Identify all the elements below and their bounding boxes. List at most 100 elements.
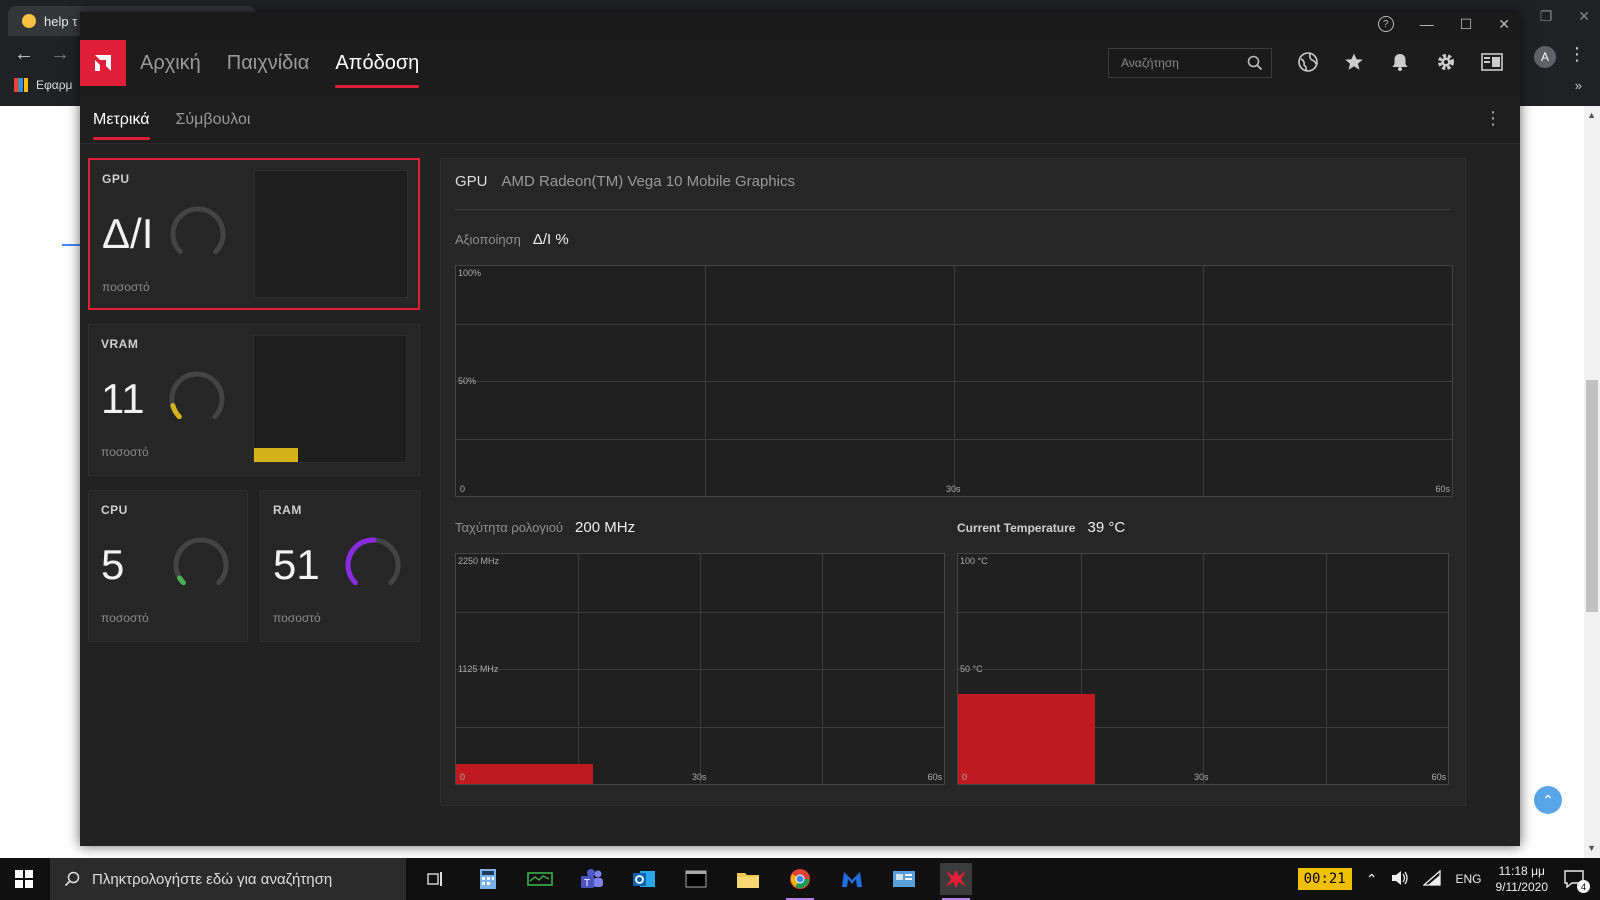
utilization-label: Αξιοποίηση <box>455 232 521 247</box>
bookmarks-overflow-icon[interactable]: » <box>1575 78 1582 93</box>
task-view-icon[interactable] <box>420 863 452 895</box>
battery-timer[interactable]: 00:21 <box>1297 868 1352 890</box>
ram-card-unit: ποσοστό <box>273 611 321 625</box>
main-nav: Αρχική Παιχνίδια Απόδοση <box>140 40 419 88</box>
tab-advisors[interactable]: Σύμβουλοι <box>176 96 251 144</box>
temp-x-start: 0 <box>962 772 968 782</box>
temp-y-top: 100 °C <box>960 556 988 566</box>
vram-card-label: VRAM <box>101 337 139 351</box>
gpu-gauge <box>170 206 226 255</box>
search-icon <box>64 871 80 887</box>
amd-logo[interactable] <box>80 40 126 86</box>
sub-navigation: Μετρικά Σύμβουλοι ⋮ <box>80 96 1520 144</box>
search-input[interactable] <box>1121 56 1247 70</box>
gear-icon[interactable] <box>1434 50 1458 74</box>
calculator-icon[interactable] <box>472 863 504 895</box>
utilization-metric: Αξιοποίηση Δ/Ι % <box>455 231 569 248</box>
clock-x-mid: 30s <box>692 772 707 782</box>
cpu-card-value: 5 <box>101 541 125 588</box>
page-scroll-thumb[interactable] <box>1586 380 1598 612</box>
bell-icon[interactable] <box>1388 50 1412 74</box>
tab-metrics[interactable]: Μετρικά <box>93 96 150 144</box>
close-icon[interactable]: ✕ <box>1578 8 1590 25</box>
malwarebytes-icon[interactable] <box>836 863 868 895</box>
temperature-metric: Current Temperature 39 °C <box>957 519 1125 536</box>
cpu-gauge-fill <box>177 575 186 586</box>
language-indicator[interactable]: ENG <box>1455 872 1481 886</box>
ram-card[interactable]: RAM 51 ποσοστό <box>260 490 420 642</box>
vram-card-value: 11 <box>101 375 145 422</box>
cpu-card-label: CPU <box>101 503 128 517</box>
sidebar-icon[interactable] <box>1480 50 1504 74</box>
util-y-mid: 50% <box>458 376 477 386</box>
scroll-down-icon[interactable]: ▼ <box>1587 843 1596 853</box>
action-center-icon[interactable]: 4 <box>1562 867 1590 893</box>
svg-text:T: T <box>584 878 590 889</box>
help-icon[interactable]: ? <box>1377 16 1394 32</box>
terminal-icon[interactable] <box>680 863 712 895</box>
control-panel-icon[interactable] <box>888 863 920 895</box>
start-button[interactable] <box>0 858 48 900</box>
volume-icon[interactable] <box>1391 870 1409 889</box>
cpu-gauge-track <box>173 537 229 586</box>
gpu-card-unit: ποσοστό <box>102 280 150 294</box>
vram-mini-chart <box>253 335 407 463</box>
amd-logo-icon <box>95 55 111 71</box>
clock-date: 9/11/2020 <box>1495 880 1549 894</box>
tab-games[interactable]: Παιχνίδια <box>227 40 310 86</box>
gpu-gauge-track <box>170 206 226 255</box>
vram-card[interactable]: VRAM 11 ποσοστό <box>88 324 420 476</box>
util-y-top: 100% <box>458 268 482 278</box>
search-box[interactable] <box>1108 48 1272 78</box>
system-clock[interactable]: 11:18 μμ 9/11/2020 <box>1496 863 1549 895</box>
util-x-mid: 30s <box>946 484 961 494</box>
restore-icon[interactable]: ❐ <box>1540 8 1553 25</box>
temperature-chart-fill <box>958 694 1096 784</box>
cpu-card[interactable]: CPU 5 ποσοστό <box>88 490 248 642</box>
monitor-app-icon[interactable] <box>524 863 556 895</box>
tab-home[interactable]: Αρχική <box>140 40 201 86</box>
browser-menu-icon[interactable]: ⋮ <box>1568 44 1586 65</box>
scroll-up-icon[interactable]: ▲ <box>1587 110 1596 120</box>
amd-radeon-taskbar-icon[interactable] <box>940 863 972 900</box>
clock-chart-fill <box>456 763 593 784</box>
minimize-icon[interactable]: — <box>1420 16 1434 33</box>
bookmark-apps[interactable]: Εφαρμ <box>14 78 72 92</box>
divider <box>455 209 1451 210</box>
gpu-card[interactable]: GPU Δ/Ι ποσοστό <box>88 158 420 310</box>
star-icon[interactable] <box>1342 50 1366 74</box>
search-icon[interactable] <box>1247 55 1263 71</box>
tab-performance[interactable]: Απόδοση <box>335 40 419 88</box>
clock-x-start: 0 <box>460 772 466 782</box>
show-hidden-icons-icon[interactable]: ⌃ <box>1366 871 1378 888</box>
browser-nav: ← → <box>0 36 80 72</box>
back-arrow-icon[interactable]: ← <box>14 43 34 66</box>
gpu-mini-chart <box>254 170 408 298</box>
vram-mini-bar <box>254 448 298 462</box>
clock-x-end: 60s <box>927 772 942 782</box>
maximize-icon[interactable]: ☐ <box>1460 16 1473 33</box>
close-icon[interactable]: ✕ <box>1498 16 1510 33</box>
gpu-detail-panel: GPU AMD Radeon(TM) Vega 10 Mobile Graphi… <box>440 158 1466 806</box>
teams-icon[interactable]: T <box>576 863 608 895</box>
wifi-icon[interactable] <box>1422 869 1442 889</box>
taskbar-search-placeholder: Πληκτρολογήστε εδώ για αναζήτηση <box>92 870 333 888</box>
titlebar: ? — ☐ ✕ <box>80 12 1520 40</box>
clock-chart: 2250 MHz 1125 MHz 0 30s 60s <box>455 553 945 785</box>
device-type: GPU <box>455 173 488 190</box>
avatar[interactable]: A <box>1534 46 1556 68</box>
chevron-up-icon: ⌃ <box>1542 791 1554 808</box>
apps-grid-icon <box>14 78 28 92</box>
outlook-icon[interactable] <box>628 863 660 895</box>
util-x-end: 60s <box>1435 484 1450 494</box>
file-explorer-icon[interactable] <box>732 863 764 895</box>
taskbar-search[interactable]: Πληκτρολογήστε εδώ για αναζήτηση <box>50 858 406 900</box>
vram-gauge-fill <box>170 403 182 420</box>
globe-icon[interactable] <box>1296 50 1320 74</box>
cpu-card-unit: ποσοστό <box>101 611 149 625</box>
scroll-to-top-button[interactable]: ⌃ <box>1534 786 1562 814</box>
more-options-icon[interactable]: ⋮ <box>1484 108 1502 129</box>
chrome-icon[interactable] <box>784 863 816 900</box>
utilization-chart: 100% 50% 0 30s 60s <box>455 265 1453 497</box>
forward-arrow-icon[interactable]: → <box>50 43 70 66</box>
